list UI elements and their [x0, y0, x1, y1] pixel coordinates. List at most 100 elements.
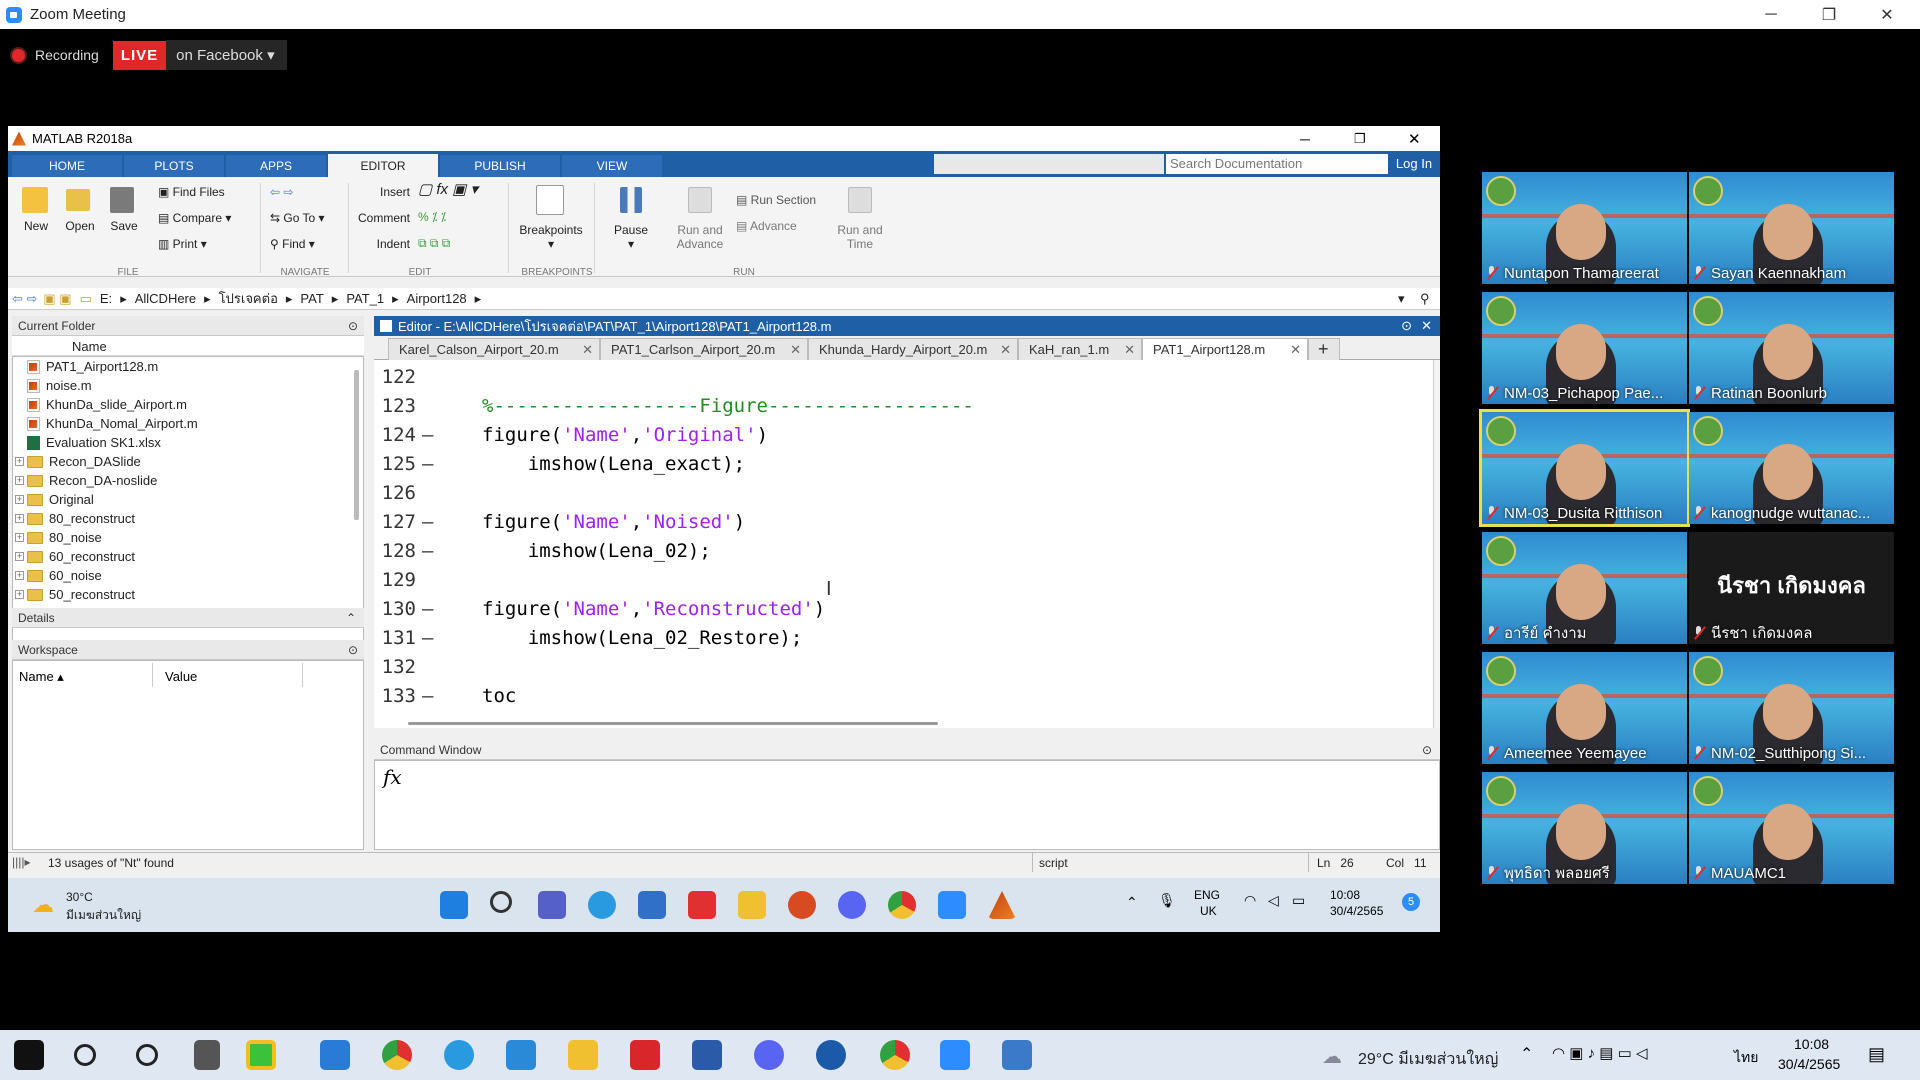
tab-editor[interactable]: EDITOR: [328, 154, 438, 177]
code-text[interactable]: imshow(Lena_exact);: [482, 451, 745, 477]
folder-item[interactable]: + Recon_DA-noslide: [13, 471, 363, 490]
indent-icons[interactable]: ⧉ ⧉ ⧉: [418, 236, 498, 250]
code-line[interactable]: 129: [374, 567, 1433, 593]
code-line[interactable]: 133— toc: [374, 683, 1433, 709]
insert-button[interactable]: Insert: [358, 185, 410, 199]
chrome-icon[interactable]: [382, 1040, 412, 1070]
code-text[interactable]: %------------------Figure---------------…: [482, 393, 974, 419]
teams-icon[interactable]: [538, 891, 566, 919]
participant-tile[interactable]: NM-03_Dusita Ritthison: [1482, 412, 1687, 524]
lang-line2[interactable]: UK: [1200, 904, 1217, 918]
line-number[interactable]: 122: [374, 364, 416, 390]
line-number[interactable]: 127: [374, 509, 416, 535]
expand-icon[interactable]: +: [15, 590, 24, 599]
cortana-icon[interactable]: [136, 1044, 158, 1066]
address-search-icon[interactable]: ⚲: [1420, 291, 1430, 307]
command-window[interactable]: fx: [374, 760, 1440, 850]
file-explorer-icon[interactable]: [568, 1040, 598, 1070]
close-button[interactable]: ✕: [1858, 0, 1916, 29]
gift-icon[interactable]: [688, 891, 716, 919]
search-documentation-input[interactable]: Search Documentation: [1166, 154, 1388, 174]
search-icon[interactable]: [74, 1044, 96, 1066]
line-number[interactable]: 132: [374, 654, 416, 680]
code-line[interactable]: 125— imshow(Lena_exact);: [374, 451, 1433, 477]
breakpoint-marker[interactable]: —: [422, 451, 433, 477]
tray-chevron-icon[interactable]: ⌃: [1520, 1044, 1533, 1064]
pause-button[interactable]: Pause ▾: [606, 223, 656, 251]
volume-icon[interactable]: ◁: [1268, 892, 1279, 909]
line-number[interactable]: 125: [374, 451, 416, 477]
indent-button[interactable]: Indent: [358, 237, 410, 251]
participant-tile[interactable]: Ameemee Yeemayee: [1482, 652, 1687, 764]
code-text[interactable]: figure('Name','Original'): [482, 422, 768, 448]
tab-view[interactable]: VIEW: [562, 155, 662, 177]
find-button[interactable]: ⚲ Find ▾: [270, 237, 315, 251]
tab-apps[interactable]: APPS: [226, 155, 326, 177]
address-seg-2[interactable]: โปรเจคต่อ: [219, 288, 278, 309]
expand-icon[interactable]: +: [15, 514, 24, 523]
breakpoints-button[interactable]: Breakpoints ▾: [516, 223, 586, 251]
os-clock-date[interactable]: 30/4/2565: [1778, 1056, 1840, 1072]
code-line[interactable]: 127— figure('Name','Noised'): [374, 509, 1433, 535]
live-destination-dropdown[interactable]: on Facebook ▾: [166, 40, 287, 70]
editor-tab-active[interactable]: PAT1_Airport128.m ✕: [1142, 338, 1308, 360]
address-seg-5[interactable]: Airport128: [407, 291, 467, 306]
code-line[interactable]: 130— figure('Name','Reconstructed'): [374, 596, 1433, 622]
clock-date[interactable]: 30/4/2565: [1330, 904, 1383, 918]
function-icon[interactable]: ▢ fx ▣ ▾: [418, 182, 498, 197]
code-text[interactable]: imshow(Lena_02_Restore);: [482, 625, 803, 651]
zoom-icon[interactable]: [940, 1040, 970, 1070]
expand-icon[interactable]: +: [15, 571, 24, 580]
editor-overview-ruler[interactable]: [1434, 360, 1440, 728]
folder-item[interactable]: Evaluation SK1.xlsx: [13, 433, 363, 452]
folder-column-name[interactable]: Name: [12, 336, 364, 356]
mail-icon[interactable]: [320, 1040, 350, 1070]
participant-tile[interactable]: MAUAMC1: [1689, 772, 1894, 884]
new-tab-button[interactable]: +: [1308, 338, 1340, 360]
breakpoint-marker[interactable]: —: [422, 625, 433, 651]
run-and-time-button[interactable]: Run and Time: [828, 223, 892, 251]
os-lang[interactable]: ไทย: [1734, 1047, 1758, 1069]
folder-item[interactable]: +60_reconstruct: [13, 547, 363, 566]
advance-button[interactable]: ▤ Advance: [736, 219, 797, 233]
breakpoint-marker[interactable]: —: [422, 509, 433, 535]
breakpoint-marker[interactable]: —: [422, 538, 433, 564]
workspace-col-value[interactable]: Value: [159, 663, 303, 687]
lang-line1[interactable]: ENG: [1194, 888, 1220, 902]
address-seg-4[interactable]: PAT_1: [346, 291, 384, 306]
notification-icon[interactable]: ▤: [1868, 1044, 1885, 1065]
folder-item[interactable]: + Recon_DASlide: [13, 452, 363, 471]
folder-item[interactable]: +60_noise: [13, 566, 363, 585]
address-bar[interactable]: ⇦ ⇨ ▣ ▣ ▭ E: ▸ AllCDHere ▸ โปรเจคต่อ ▸ PAT ▸…: [8, 288, 1440, 310]
app-w-icon[interactable]: [816, 1040, 846, 1070]
compare-button[interactable]: ▤ Compare ▾: [158, 211, 231, 225]
notification-badge[interactable]: 5: [1402, 893, 1420, 911]
tray-icons[interactable]: ◠ ▣ ♪ ▤ ▭ ◁: [1552, 1044, 1647, 1062]
code-text[interactable]: imshow(Lena_02);: [482, 538, 711, 564]
participant-tile[interactable]: Ratinan Boonlurb: [1689, 292, 1894, 404]
mcafee-icon[interactable]: [630, 1040, 660, 1070]
line-icon[interactable]: [246, 1040, 276, 1070]
matlab-icon[interactable]: [988, 891, 1016, 919]
word-icon[interactable]: [692, 1040, 722, 1070]
line-number[interactable]: 123: [374, 393, 416, 419]
address-seg-3[interactable]: PAT: [300, 291, 323, 306]
editor-tab[interactable]: KaH_ran_1.m ✕: [1018, 338, 1142, 360]
tab-home[interactable]: HOME: [12, 155, 122, 177]
editor-tab[interactable]: Khunda_Hardy_Airport_20.m ✕: [808, 338, 1018, 360]
folder-item[interactable]: PAT1_Airport128.m: [13, 357, 363, 376]
photos-icon[interactable]: [1002, 1040, 1032, 1070]
folder-item[interactable]: KhunDa_slide_Airport.m: [13, 395, 363, 414]
comment-button[interactable]: Comment: [354, 211, 410, 225]
expand-icon[interactable]: +: [15, 533, 24, 542]
code-line[interactable]: 124— figure('Name','Original'): [374, 422, 1433, 448]
save-button[interactable]: Save: [104, 219, 144, 233]
minimize-button[interactable]: ─: [1742, 0, 1800, 29]
editor-hscrollbar[interactable]: [408, 722, 938, 725]
code-line[interactable]: 131— imshow(Lena_02_Restore);: [374, 625, 1433, 651]
participant-tile[interactable]: kanognudge wuttanac...: [1689, 412, 1894, 524]
folder-item[interactable]: +80_noise: [13, 528, 363, 547]
code-text[interactable]: figure('Name','Reconstructed'): [482, 596, 825, 622]
code-text[interactable]: toc: [482, 683, 516, 709]
folder-scrollbar[interactable]: [354, 370, 359, 520]
